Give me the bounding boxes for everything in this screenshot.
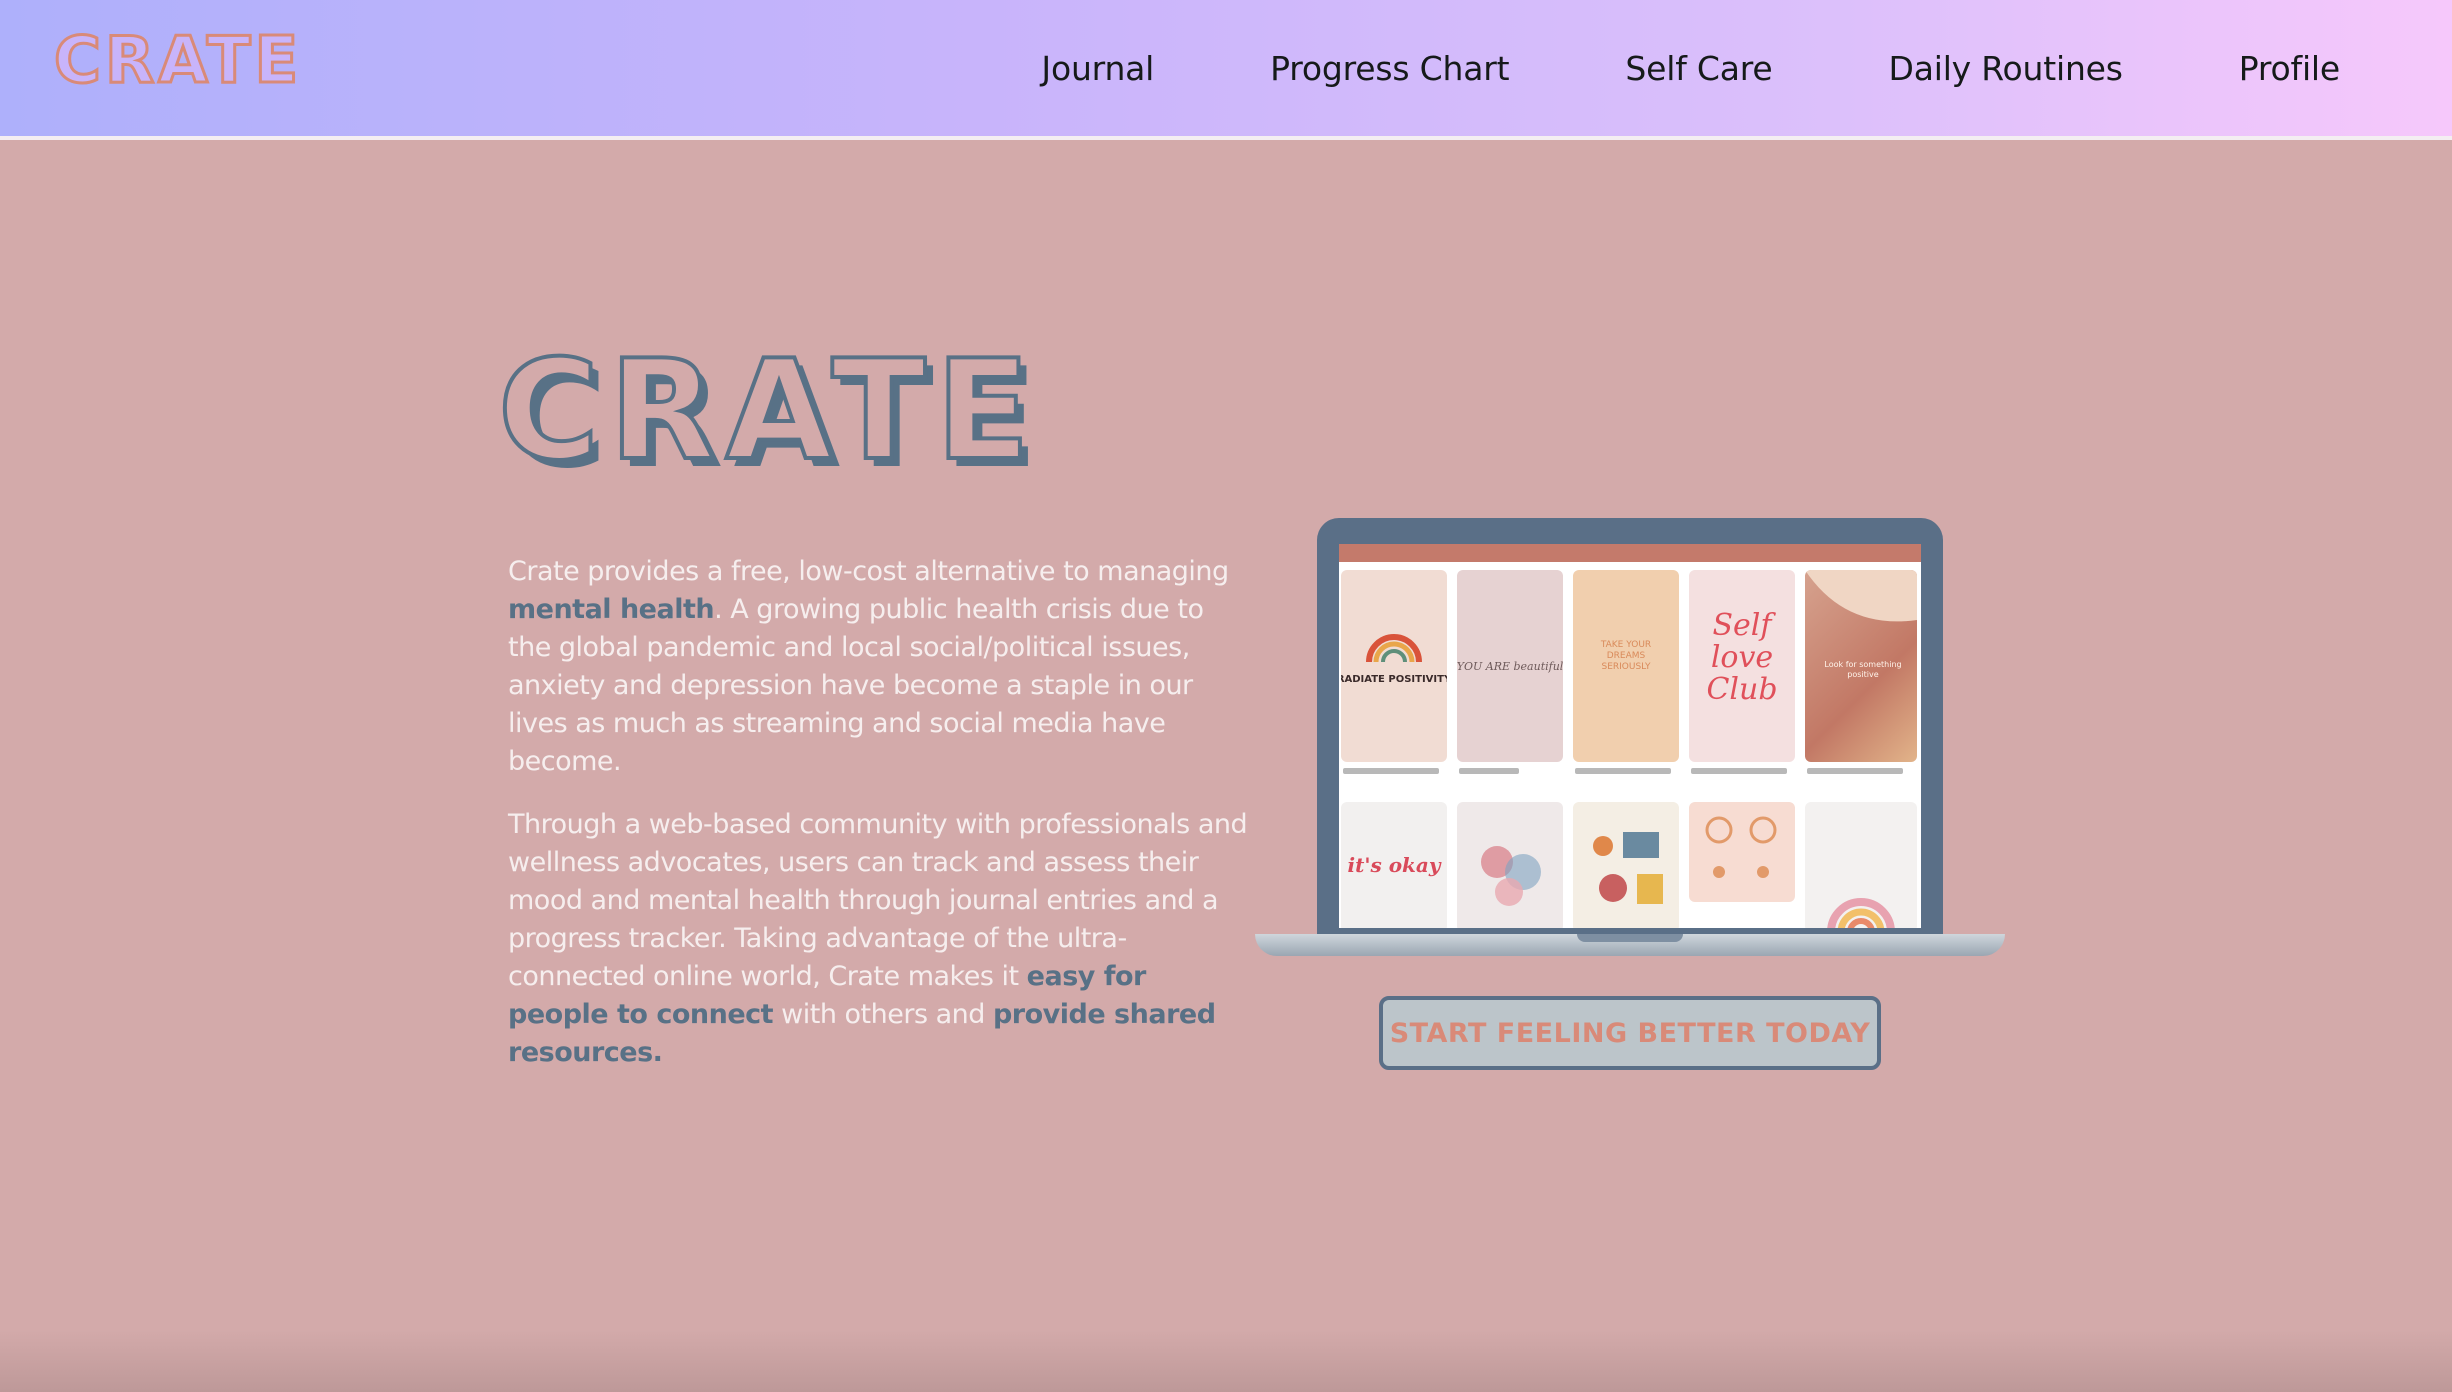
community-paragraph: Through a web-based community with profe… bbox=[508, 806, 1248, 1072]
highlight-mental-health: mental health bbox=[508, 594, 715, 625]
pin-5-art: Look for something positive bbox=[1805, 570, 1917, 679]
pin-doodles bbox=[1573, 802, 1679, 928]
pin-3-art: TAKE YOUR DREAMS SERIOUSLY bbox=[1600, 640, 1652, 672]
bottom-shadow bbox=[0, 1330, 2452, 1392]
pin-radiate-positivity: RADIATE POSITIVITY bbox=[1341, 570, 1447, 762]
pin-6-text: it's okay bbox=[1348, 853, 1442, 877]
pin-caption bbox=[1343, 768, 1439, 774]
pin-3-text: TAKE YOUR DREAMS SERIOUSLY bbox=[1600, 640, 1652, 672]
nav-link-progress-chart[interactable]: Progress Chart bbox=[1270, 49, 1509, 88]
pin-rainbow-arch bbox=[1805, 802, 1917, 928]
rainbow-arch-icon bbox=[1827, 898, 1895, 928]
pin-2-text: YOU ARE beautiful bbox=[1457, 660, 1563, 673]
crate-hero-logo: CRATE CRATE bbox=[496, 350, 1040, 480]
nav-links: Journal Progress Chart Self Care Daily R… bbox=[1041, 38, 2340, 98]
pin-4-art: Self love Club bbox=[1706, 610, 1778, 707]
pin-caption bbox=[1459, 768, 1519, 774]
pin-caption bbox=[1575, 768, 1671, 774]
laptop-screen: RADIATE POSITIVITY YOU ARE beautiful TAK… bbox=[1339, 544, 1921, 928]
pin-2-art: YOU ARE beautiful bbox=[1457, 660, 1563, 673]
pin-orange-pattern bbox=[1689, 802, 1795, 902]
nav-link-daily-routines[interactable]: Daily Routines bbox=[1889, 49, 2123, 88]
start-feeling-better-button[interactable]: START FEELING BETTER TODAY bbox=[1379, 996, 1881, 1070]
pin-6-art: it's okay bbox=[1348, 853, 1442, 877]
nav-link-self-care[interactable]: Self Care bbox=[1625, 49, 1772, 88]
pin-its-okay: it's okay bbox=[1341, 802, 1447, 928]
hero-logo-text: CRATE bbox=[498, 350, 1040, 480]
pin-floral bbox=[1457, 802, 1563, 928]
flower-icon bbox=[1481, 846, 1541, 906]
laptop-mockup-image: RADIATE POSITIVITY YOU ARE beautiful TAK… bbox=[1255, 518, 2005, 958]
screen-header-bar bbox=[1339, 544, 1921, 562]
nav-logo-text: CRATE bbox=[54, 24, 302, 94]
pin-1-text: RADIATE POSITIVITY bbox=[1341, 674, 1447, 685]
pin-5-text: Look for something positive bbox=[1824, 660, 1902, 679]
pin-self-love-club: Self love Club bbox=[1689, 570, 1795, 762]
doodle-icon bbox=[1593, 832, 1663, 904]
intro-text-1: Crate provides a free, low-cost alternat… bbox=[508, 556, 1229, 587]
top-nav-bar: CRATE Journal Progress Chart Self Care D… bbox=[0, 0, 2452, 140]
crate-nav-logo[interactable]: CRATE bbox=[48, 24, 378, 94]
pin-4-text: Self love Club bbox=[1706, 610, 1778, 707]
pin-look-for-positive: Look for something positive bbox=[1805, 570, 1917, 762]
pin-caption bbox=[1807, 768, 1903, 774]
community-text-2: with others and bbox=[773, 999, 993, 1030]
rainbow-icon: RADIATE POSITIVITY bbox=[1341, 634, 1447, 685]
pin-caption bbox=[1691, 768, 1787, 774]
pin-take-your-dreams: TAKE YOUR DREAMS SERIOUSLY bbox=[1573, 570, 1679, 762]
nav-link-profile[interactable]: Profile bbox=[2239, 49, 2340, 88]
laptop-notch bbox=[1577, 934, 1683, 942]
intro-paragraph: Crate provides a free, low-cost alternat… bbox=[508, 553, 1248, 781]
pin-you-are-beautiful: YOU ARE beautiful bbox=[1457, 570, 1563, 762]
nav-link-journal[interactable]: Journal bbox=[1041, 49, 1154, 88]
circle-pattern-icon bbox=[1705, 816, 1777, 878]
